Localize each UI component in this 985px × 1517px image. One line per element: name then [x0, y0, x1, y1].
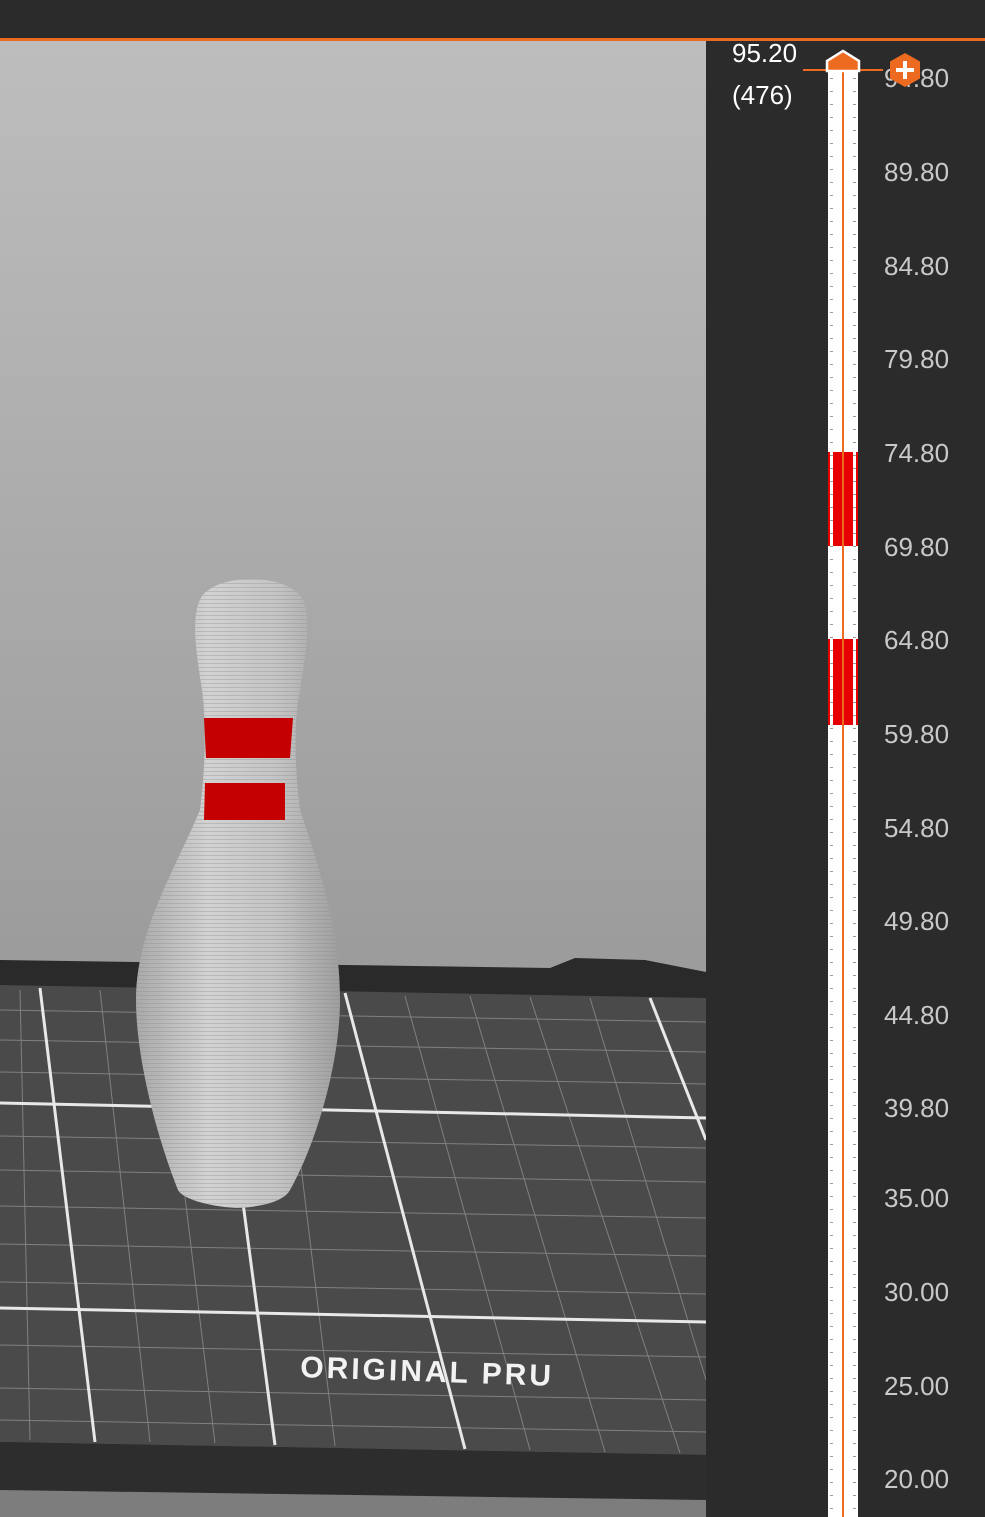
- slider-tick-label: 20.00: [884, 1464, 950, 1494]
- slider-thumb-handle[interactable]: [824, 49, 862, 73]
- slider-tick-label: 39.80: [884, 1093, 950, 1123]
- slider-tick-label: 89.80: [884, 157, 950, 187]
- slider-tick-label: 69.80: [884, 532, 950, 562]
- slider-ticks-left: [830, 66, 833, 1517]
- current-layer-number: (476): [732, 80, 793, 110]
- add-color-change-button[interactable]: [888, 52, 922, 88]
- pin-stripe-lower: [204, 783, 285, 820]
- slider-tick-label: 79.80: [884, 344, 950, 374]
- slider-tick-label: 35.00: [884, 1183, 950, 1213]
- current-height-value: 95.20: [732, 38, 798, 68]
- pin-stripe-upper: [204, 718, 293, 758]
- slider-tick-label: 84.80: [884, 251, 950, 281]
- slider-tick-label: 64.80: [884, 625, 950, 655]
- slider-progress-line: [842, 66, 844, 1517]
- slider-tick-label: 54.80: [884, 813, 950, 843]
- 3d-preview-viewport[interactable]: ORIGINAL PRU: [0, 41, 706, 1517]
- slider-tick-label: 59.80: [884, 719, 950, 749]
- slider-ticks-right: [853, 66, 856, 1517]
- print-bed-scene: ORIGINAL PRU: [0, 578, 706, 1517]
- slider-tick-label: 44.80: [884, 1000, 950, 1030]
- bowling-pin-model[interactable]: [136, 578, 340, 1208]
- slider-tick-label: 74.80: [884, 438, 950, 468]
- slider-tick-label: 25.00: [884, 1371, 950, 1401]
- slider-tick-label: 49.80: [884, 906, 950, 936]
- slider-tick-label: 30.00: [884, 1277, 950, 1307]
- top-toolbar: [0, 0, 985, 41]
